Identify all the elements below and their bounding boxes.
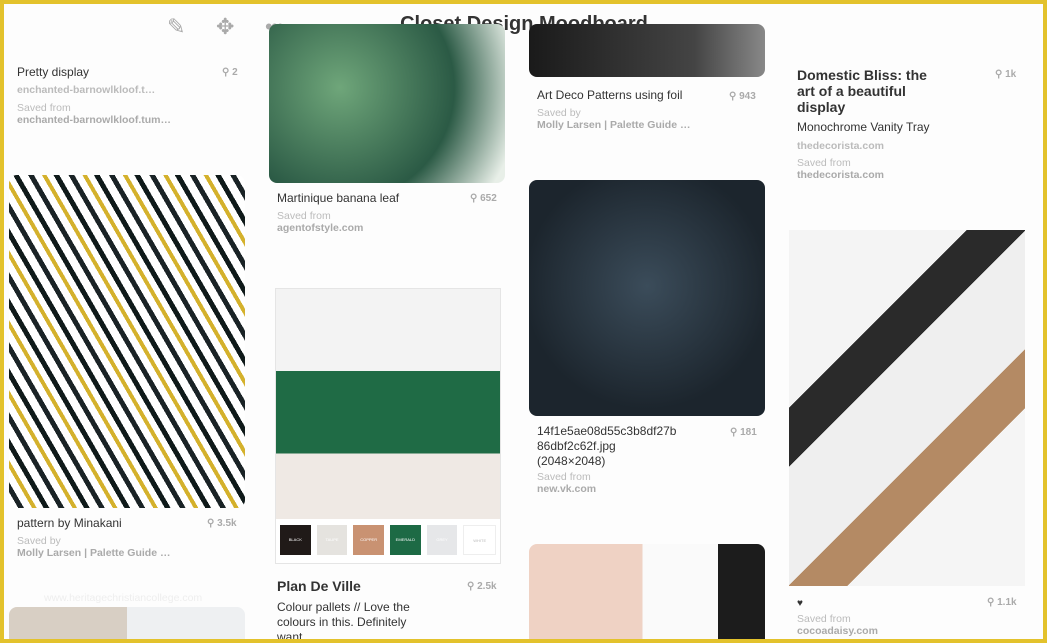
saved-label: Saved from — [537, 471, 591, 483]
saved-label: Saved from — [797, 157, 851, 169]
pin-title[interactable]: Art Deco Patterns using foil — [537, 88, 682, 103]
saved-info: Saved by Molly Larsen | Palette Guide … — [537, 107, 690, 131]
repin-count: ⚲ 2.5k — [467, 581, 497, 592]
saved-source[interactable]: Molly Larsen | Palette Guide … — [17, 547, 170, 559]
swatch: GREY — [426, 525, 458, 555]
count-value: 1k — [1005, 69, 1017, 80]
count-value: 2 — [232, 67, 238, 78]
pin-image[interactable] — [529, 180, 765, 416]
pin-link[interactable]: enchanted-barnowlkloof.t… — [17, 84, 155, 96]
pin-image[interactable] — [269, 24, 505, 183]
saved-source[interactable]: cocoadaisy.com — [797, 625, 878, 637]
saved-label: Saved by — [537, 107, 581, 119]
saved-label: Saved from — [797, 613, 851, 625]
swatch: BLACK — [280, 525, 311, 555]
saved-source[interactable]: thedecorista.com — [797, 169, 884, 181]
saved-info: Saved from agentofstyle.com — [277, 210, 363, 234]
swatch: TAUPE — [316, 525, 348, 555]
heart-icon: ♥ — [797, 598, 803, 609]
count-value: 652 — [480, 193, 497, 204]
repin-count: ⚲ 3.5k — [207, 518, 237, 529]
repin-count: ⚲ 1.1k — [987, 597, 1017, 608]
pin-link[interactable]: thedecorista.com — [797, 140, 884, 152]
repin-count: ⚲ 652 — [470, 193, 497, 204]
saved-label: Saved from — [277, 210, 331, 222]
pin-title[interactable]: Domestic Bliss: the art of a beautiful d… — [797, 67, 937, 115]
swatch: WHITE — [463, 525, 497, 555]
board-page: ✎ ✥ ••• Closet Design Moodboard Pretty d… — [4, 4, 1043, 639]
count-value: 1.1k — [997, 597, 1017, 608]
pin-title[interactable]: Plan De Ville — [277, 578, 361, 594]
count-value: 3.5k — [217, 518, 237, 529]
swatch: EMERALD — [390, 525, 421, 555]
saved-source[interactable]: new.vk.com — [537, 483, 596, 495]
saved-info: Saved from thedecorista.com — [797, 157, 884, 181]
count-value: 2.5k — [477, 581, 497, 592]
pin-description: Colour pallets // Love the colours in th… — [277, 600, 410, 639]
watermark: www.heritagechristiancollege.com — [44, 592, 203, 604]
pin-image[interactable] — [529, 544, 765, 639]
repin-count: ⚲ 181 — [730, 427, 757, 438]
saved-info: Saved from new.vk.com — [537, 471, 596, 495]
saved-source[interactable]: agentofstyle.com — [277, 222, 363, 234]
pin-image[interactable] — [789, 230, 1025, 586]
pin-description: Monochrome Vanity Tray — [797, 120, 930, 134]
saved-info: Saved from cocoadaisy.com — [797, 613, 878, 637]
pencil-icon[interactable]: ✎ — [167, 14, 185, 40]
repin-count: ⚲ 2 — [222, 67, 238, 78]
pin-title[interactable]: Pretty display — [17, 65, 89, 80]
pin-image[interactable] — [9, 607, 245, 639]
repin-count: ⚲ 943 — [729, 91, 756, 102]
pin-title[interactable]: pattern by Minakani — [17, 516, 122, 531]
saved-source[interactable]: enchanted-barnowlkloof.tum… — [17, 114, 171, 126]
pin-title[interactable]: Martinique banana leaf — [277, 191, 399, 206]
saved-info: Saved from enchanted-barnowlkloof.tum… — [17, 102, 171, 126]
palette: BLACK TAUPE COPPER EMERALD GREY WHITE — [280, 525, 497, 555]
repin-count: ⚲ 1k — [995, 69, 1017, 80]
saved-label: Saved from — [17, 102, 71, 114]
pin-image[interactable] — [9, 175, 245, 508]
saved-source[interactable]: Molly Larsen | Palette Guide … — [537, 119, 690, 131]
saved-label: Saved by — [17, 535, 61, 547]
pin-image[interactable] — [529, 24, 765, 77]
swatch: COPPER — [353, 525, 385, 555]
board-header: ✎ ✥ ••• Closet Design Moodboard — [4, 4, 1043, 48]
pin-title[interactable]: 14f1e5ae08d55c3b8df27b 86dbf2c62f.jpg (2… — [537, 424, 687, 469]
count-value: 181 — [740, 427, 757, 438]
count-value: 943 — [739, 91, 756, 102]
move-icon[interactable]: ✥ — [216, 14, 234, 40]
saved-info: Saved by Molly Larsen | Palette Guide … — [17, 535, 170, 559]
pin-image[interactable]: BLACK TAUPE COPPER EMERALD GREY WHITE — [275, 288, 501, 564]
